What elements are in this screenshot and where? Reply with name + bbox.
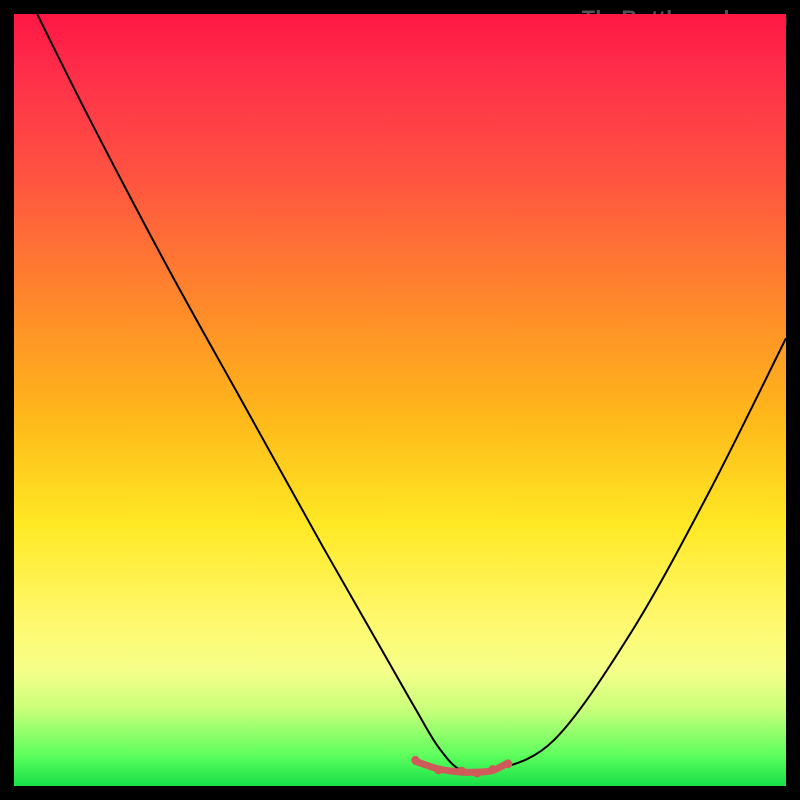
optimal-range-dot (473, 769, 481, 777)
chart-stage: TheBottleneck.com (0, 0, 800, 800)
optimal-range-dot (458, 767, 466, 775)
optimal-range-dot (434, 766, 442, 774)
plot-area (14, 14, 786, 786)
optimal-range-dots (411, 756, 512, 778)
bottleneck-curve (37, 14, 786, 774)
optimal-range-dot (411, 756, 419, 764)
optimal-range-spline (415, 761, 508, 772)
optimal-range-dot (504, 760, 512, 768)
chart-svg (14, 14, 786, 786)
optimal-range-dot (488, 765, 496, 773)
